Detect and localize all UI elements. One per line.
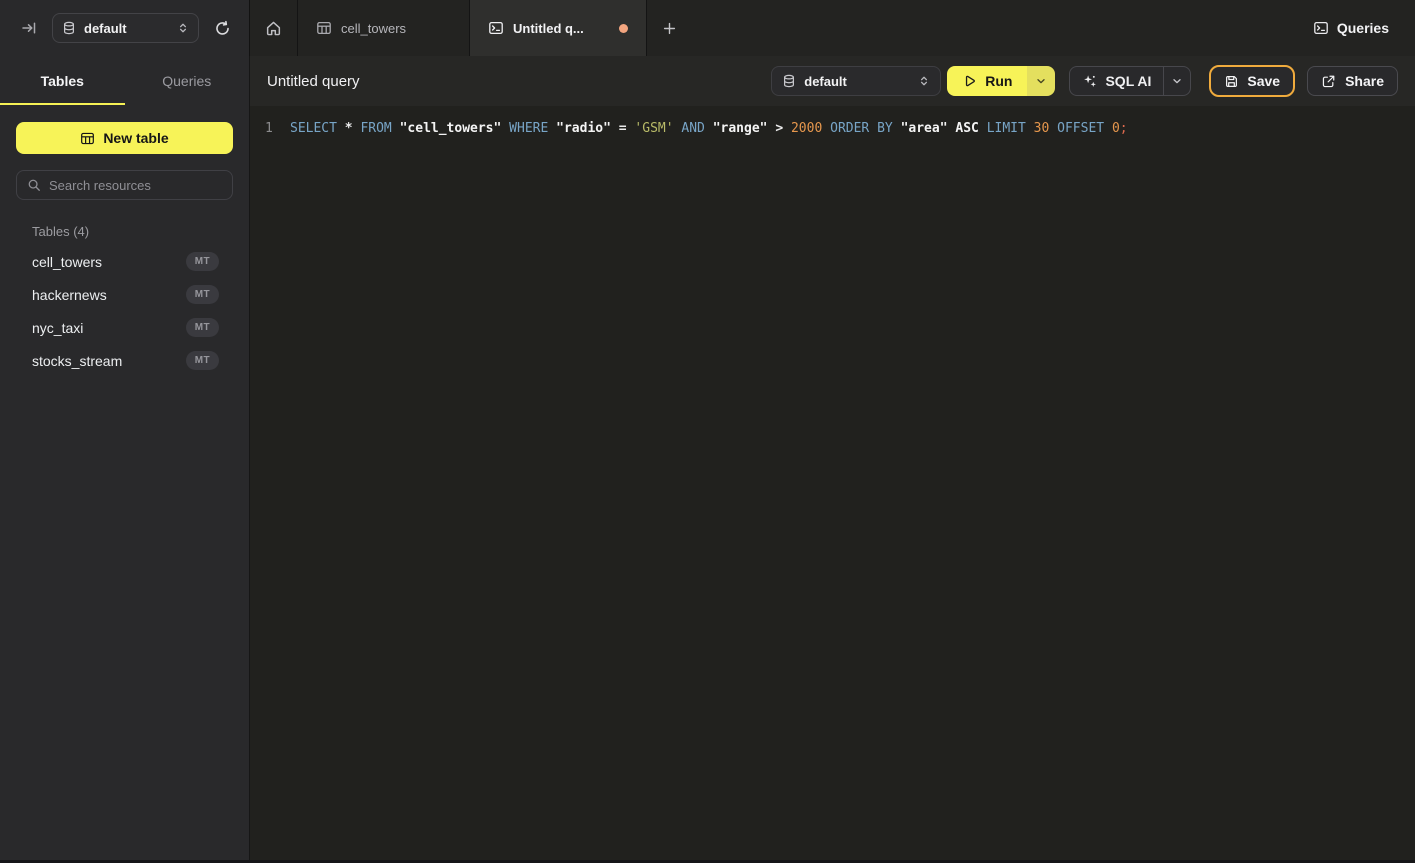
- tabstrip: cell_towers Untitled q...: [250, 0, 1415, 56]
- topbar-spacer: [691, 0, 1313, 56]
- table-name: stocks_stream: [32, 353, 122, 369]
- ai-sparkle-icon: [1082, 74, 1097, 89]
- chevron-updown-icon: [918, 75, 930, 87]
- tables-list: cell_towersMThackernewsMTnyc_taxiMTstock…: [0, 245, 249, 377]
- save-icon: [1224, 74, 1239, 89]
- share-button[interactable]: Share: [1307, 66, 1398, 96]
- sql-ai-button[interactable]: SQL AI: [1070, 67, 1164, 95]
- search-icon: [27, 178, 41, 192]
- share-label: Share: [1345, 73, 1384, 89]
- run-button[interactable]: Run: [947, 66, 1027, 96]
- query-terminal-icon: [1313, 20, 1329, 36]
- table-engine-badge: MT: [186, 318, 219, 337]
- sidebar-tab-queries[interactable]: Queries: [125, 56, 250, 105]
- sidebar: Tables Queries New table Tabl: [0, 56, 250, 860]
- page-title: Untitled query: [267, 73, 360, 90]
- play-icon: [962, 74, 976, 88]
- new-table-label: New table: [103, 130, 168, 146]
- save-label: Save: [1247, 73, 1280, 89]
- queries-label: Queries: [1337, 20, 1389, 36]
- table-icon: [316, 20, 332, 36]
- database-icon: [782, 74, 796, 88]
- run-split-button: Run: [947, 66, 1055, 96]
- run-label: Run: [985, 73, 1012, 89]
- table-icon: [80, 131, 95, 146]
- plus-icon: [662, 21, 677, 36]
- table-row[interactable]: hackernews MT: [0, 278, 249, 311]
- tab-untitled-query[interactable]: Untitled q...: [470, 0, 647, 56]
- run-options-button[interactable]: [1027, 66, 1055, 96]
- refresh-button[interactable]: [209, 15, 235, 41]
- new-table-button[interactable]: New table: [16, 122, 233, 154]
- sidebar-tab-label: Queries: [162, 73, 211, 89]
- topbar-database-selector[interactable]: default: [52, 13, 199, 43]
- search-box: [16, 170, 233, 200]
- table-engine-badge: MT: [186, 252, 219, 271]
- database-icon: [62, 21, 76, 35]
- home-icon: [265, 20, 282, 37]
- tab-label: Untitled q...: [513, 21, 584, 36]
- sidebar-tab-label: Tables: [41, 73, 84, 89]
- topbar: default: [0, 0, 1415, 56]
- new-tab-button[interactable]: [647, 0, 691, 56]
- query-header: Untitled query default: [250, 56, 1415, 106]
- collapse-sidebar-icon: [21, 20, 37, 36]
- sql-ai-split-button: SQL AI: [1069, 66, 1191, 96]
- chevron-updown-icon: [177, 22, 189, 34]
- sql-editor[interactable]: 1 SELECT * FROM "cell_towers" WHERE "rad…: [250, 106, 1415, 860]
- chevron-down-icon: [1035, 75, 1047, 87]
- code-line: 1 SELECT * FROM "cell_towers" WHERE "rad…: [250, 117, 1415, 139]
- topbar-database-value: default: [84, 21, 127, 36]
- table-row[interactable]: nyc_taxi MT: [0, 311, 249, 344]
- table-name: nyc_taxi: [32, 320, 83, 336]
- table-row[interactable]: cell_towers MT: [0, 245, 249, 278]
- unsaved-changes-dot: [619, 24, 628, 33]
- table-row[interactable]: stocks_stream MT: [0, 344, 249, 377]
- refresh-icon: [214, 20, 231, 37]
- collapse-sidebar-button[interactable]: [16, 15, 42, 41]
- chevron-down-icon: [1171, 75, 1183, 87]
- sql-ai-options-button[interactable]: [1164, 67, 1190, 95]
- table-name: hackernews: [32, 287, 107, 303]
- table-name: cell_towers: [32, 254, 102, 270]
- tables-section-label: Tables (4): [32, 224, 233, 239]
- query-terminal-icon: [488, 20, 504, 36]
- sidebar-tabs: Tables Queries: [0, 56, 249, 105]
- tab-home[interactable]: [250, 0, 298, 56]
- tab-cell-towers[interactable]: cell_towers: [298, 0, 470, 56]
- query-database-selector[interactable]: default: [771, 66, 941, 96]
- sidebar-tab-tables[interactable]: Tables: [0, 56, 125, 105]
- line-number: 1: [250, 121, 290, 136]
- layout: Tables Queries New table Tabl: [0, 56, 1415, 860]
- sql-ai-label: SQL AI: [1105, 73, 1151, 89]
- main-panel: Untitled query default: [250, 56, 1415, 860]
- tab-label: cell_towers: [341, 21, 406, 36]
- queries-button[interactable]: Queries: [1313, 0, 1389, 56]
- topbar-left: default: [0, 0, 250, 56]
- save-button[interactable]: Save: [1209, 65, 1295, 97]
- search-input[interactable]: [49, 178, 225, 193]
- table-engine-badge: MT: [186, 351, 219, 370]
- query-database-value: default: [804, 74, 847, 89]
- share-icon: [1321, 74, 1336, 89]
- sql-code: SELECT * FROM "cell_towers" WHERE "radio…: [290, 121, 1128, 136]
- table-engine-badge: MT: [186, 285, 219, 304]
